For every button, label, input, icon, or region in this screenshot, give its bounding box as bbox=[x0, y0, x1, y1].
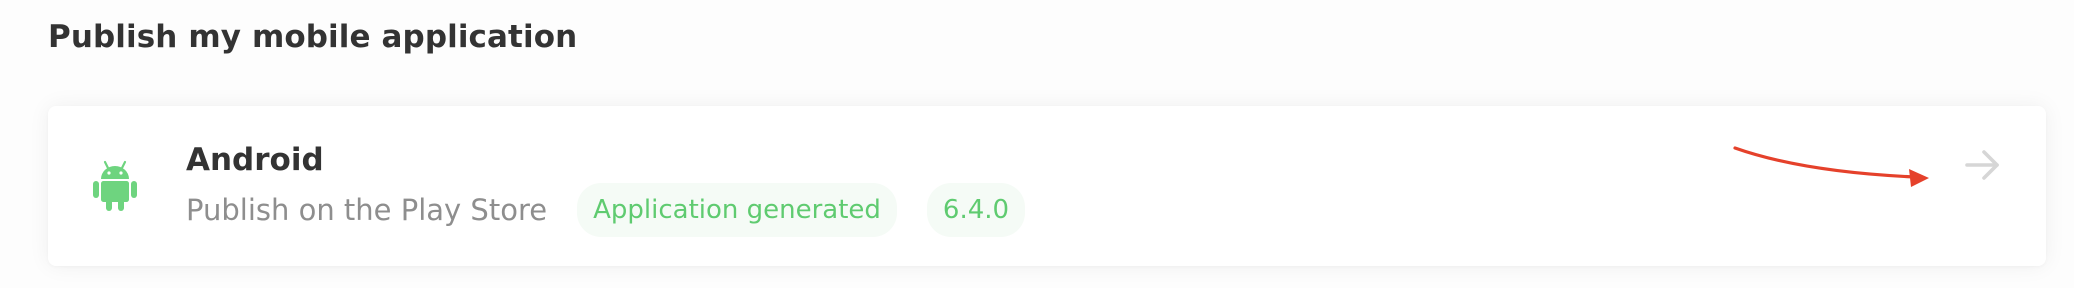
android-icon bbox=[93, 160, 137, 211]
section-title: Publish my mobile application bbox=[48, 19, 578, 55]
platform-name: Android bbox=[186, 142, 324, 178]
annotation-arrow-icon bbox=[1733, 146, 1929, 187]
platform-meta: Publish on the Play Store Application ge… bbox=[186, 182, 1026, 238]
version-badge: 6.4.0 bbox=[926, 183, 1026, 237]
status-badge: Application generated bbox=[577, 183, 897, 237]
arrow-right-icon[interactable] bbox=[1964, 146, 2002, 184]
platform-subtitle: Publish on the Play Store bbox=[186, 193, 548, 227]
platform-card-android[interactable]: Android Publish on the Play Store Applic… bbox=[48, 106, 2046, 266]
